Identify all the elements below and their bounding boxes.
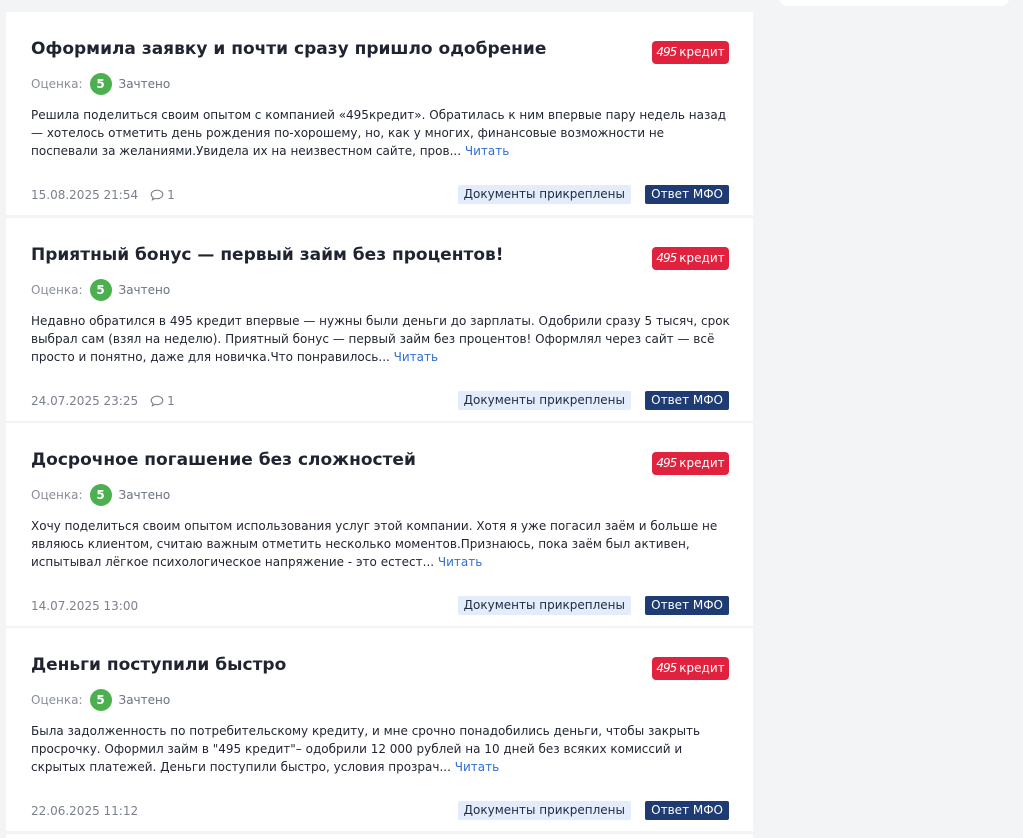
mfo-reply-tag[interactable]: Ответ МФО bbox=[645, 596, 729, 615]
review-title[interactable]: Деньги поступили быстро bbox=[31, 655, 286, 675]
brand-logo-badge[interactable]: 495 кредит bbox=[652, 41, 729, 64]
review-card[interactable]: Досрочное погашение без сложностей 495 кр… bbox=[6, 423, 753, 626]
rating-label: Оценка: bbox=[31, 488, 83, 502]
brand-logo-badge[interactable]: 495 кредит bbox=[652, 247, 729, 270]
read-more-link[interactable]: Читать bbox=[438, 555, 482, 569]
rating-score-badge: 5 bbox=[89, 484, 112, 506]
read-more-link[interactable]: Читать bbox=[465, 144, 509, 158]
review-title[interactable]: Досрочное погашение без сложностей bbox=[31, 450, 416, 470]
brand-logo-number: 495 bbox=[656, 45, 677, 59]
read-more-link[interactable]: Читать bbox=[455, 760, 499, 774]
review-meta: 14.07.2025 13:00 bbox=[31, 597, 138, 615]
review-feed: Оформила заявку и почти сразу пришло одо… bbox=[6, 0, 753, 838]
review-card-partial bbox=[6, 834, 753, 838]
review-excerpt: Была задолженность по потребительскому к… bbox=[31, 722, 731, 776]
review-title[interactable]: Приятный бонус — первый займ без процент… bbox=[31, 245, 504, 265]
mfo-reply-tag[interactable]: Ответ МФО bbox=[645, 391, 729, 410]
review-card[interactable]: Приятный бонус — первый займ без процент… bbox=[6, 218, 753, 421]
comment-icon bbox=[150, 189, 164, 201]
rating-status: Зачтено bbox=[118, 283, 171, 297]
review-excerpt-text: Недавно обратился в 495 кредит впервые —… bbox=[31, 314, 730, 364]
rating-row: Оценка: 5 Зачтено bbox=[31, 689, 170, 711]
brand-logo-word: кредит bbox=[679, 661, 725, 675]
review-tags: Документы прикреплены Ответ МФО bbox=[453, 801, 729, 820]
rating-score-badge: 5 bbox=[89, 279, 112, 301]
review-excerpt-text: Решила поделиться своим опытом с компани… bbox=[31, 108, 727, 158]
review-date: 24.07.2025 23:25 bbox=[31, 394, 139, 408]
mfo-reply-tag[interactable]: Ответ МФО bbox=[645, 801, 729, 820]
rating-score-badge: 5 bbox=[89, 73, 112, 95]
review-date: 22.06.2025 11:12 bbox=[31, 804, 139, 818]
comment-icon bbox=[150, 395, 164, 407]
rating-label: Оценка: bbox=[31, 77, 83, 91]
review-tags: Документы прикреплены Ответ МФО bbox=[453, 596, 729, 615]
review-excerpt: Хочу поделиться своим опытом использован… bbox=[31, 517, 731, 571]
documents-attached-tag: Документы прикреплены bbox=[457, 391, 631, 410]
rating-row: Оценка: 5 Зачтено bbox=[31, 484, 170, 506]
documents-attached-tag: Документы прикреплены bbox=[457, 596, 631, 615]
read-more-link[interactable]: Читать bbox=[394, 350, 438, 364]
documents-attached-tag: Документы прикреплены bbox=[457, 801, 631, 820]
rating-label: Оценка: bbox=[31, 283, 83, 297]
brand-logo-badge[interactable]: 495 кредит bbox=[652, 657, 729, 680]
rating-score-badge: 5 bbox=[89, 689, 112, 711]
rating-status: Зачтено bbox=[118, 488, 171, 502]
mfo-reply-tag[interactable]: Ответ МФО bbox=[645, 185, 729, 204]
review-excerpt-text: Была задолженность по потребительскому к… bbox=[31, 724, 701, 774]
brand-logo-number: 495 bbox=[656, 251, 677, 265]
review-tags: Документы прикреплены Ответ МФО bbox=[453, 391, 729, 410]
brand-logo-number: 495 bbox=[656, 661, 677, 675]
review-date: 15.08.2025 21:54 bbox=[31, 188, 139, 202]
documents-attached-tag: Документы прикреплены bbox=[457, 185, 631, 204]
brand-logo-word: кредит bbox=[679, 45, 725, 59]
comment-count-value: 1 bbox=[167, 188, 175, 202]
comment-count[interactable]: 1 bbox=[150, 188, 175, 202]
brand-logo-word: кредит bbox=[679, 251, 725, 265]
review-meta: 15.08.2025 21:54 1 bbox=[31, 186, 175, 204]
brand-logo-number: 495 bbox=[656, 456, 677, 470]
rating-row: Оценка: 5 Зачтено bbox=[31, 279, 170, 301]
review-meta: 24.07.2025 23:25 1 bbox=[31, 392, 175, 410]
review-excerpt: Недавно обратился в 495 кредит впервые —… bbox=[31, 312, 731, 366]
rating-status: Зачтено bbox=[118, 77, 171, 91]
review-excerpt-text: Хочу поделиться своим опытом использован… bbox=[31, 519, 718, 569]
brand-logo-badge[interactable]: 495 кредит bbox=[652, 452, 729, 475]
review-tags: Документы прикреплены Ответ МФО bbox=[453, 185, 729, 204]
review-date: 14.07.2025 13:00 bbox=[31, 599, 139, 613]
comment-count-value: 1 bbox=[167, 394, 175, 408]
brand-logo-word: кредит bbox=[679, 456, 725, 470]
sidebar-card bbox=[778, 0, 1010, 6]
rating-status: Зачтено bbox=[118, 693, 171, 707]
rating-label: Оценка: bbox=[31, 693, 83, 707]
review-meta: 22.06.2025 11:12 bbox=[31, 802, 138, 820]
comment-count[interactable]: 1 bbox=[150, 394, 175, 408]
review-card[interactable]: Деньги поступили быстро 495 кредит Оценка… bbox=[6, 628, 753, 831]
rating-row: Оценка: 5 Зачтено bbox=[31, 73, 170, 95]
review-excerpt: Решила поделиться своим опытом с компани… bbox=[31, 106, 731, 160]
review-title[interactable]: Оформила заявку и почти сразу пришло одо… bbox=[31, 39, 546, 59]
review-card[interactable]: Оформила заявку и почти сразу пришло одо… bbox=[6, 12, 753, 215]
